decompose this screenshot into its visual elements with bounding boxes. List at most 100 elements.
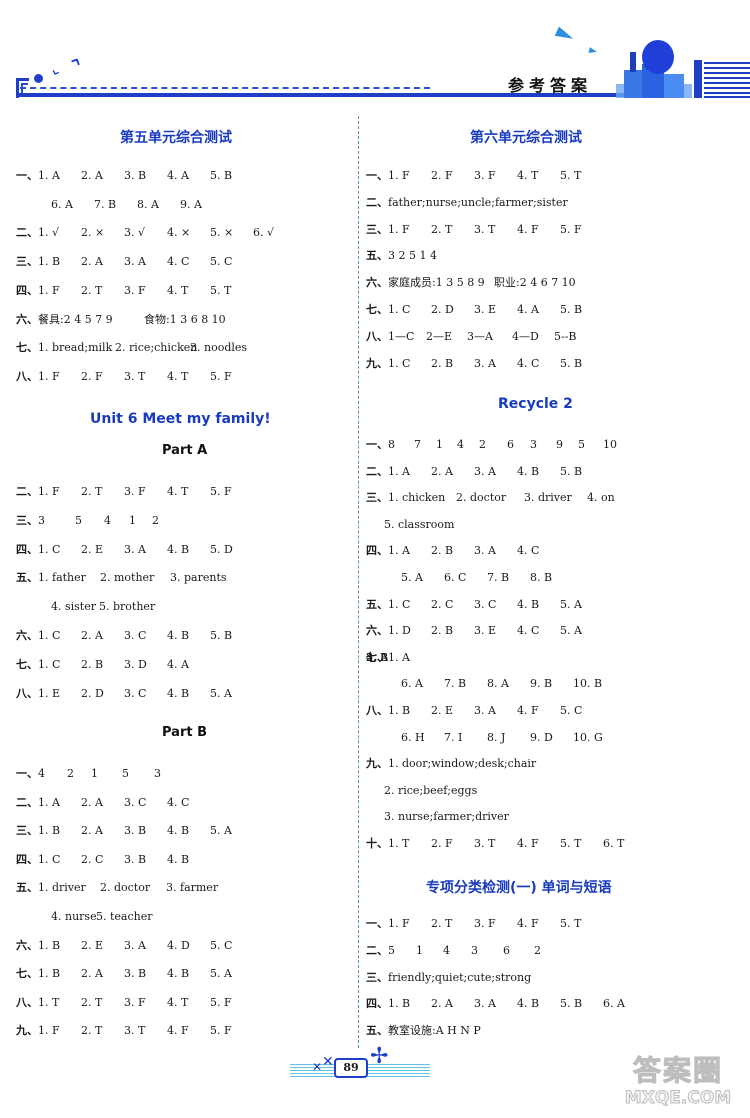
paper-plane-icon	[554, 26, 576, 44]
answer-item: 2. rice;beef;eggs	[384, 783, 478, 797]
answer-item: 1. A	[38, 169, 60, 182]
question-number: 三、	[366, 222, 388, 236]
page-number: 89	[334, 1058, 368, 1078]
answer-item: 3. farmer	[166, 881, 219, 895]
answer-item: 5. F	[560, 222, 582, 236]
header-stripes-decoration	[694, 60, 750, 98]
answer-item: 1	[129, 513, 136, 527]
answer-item: 3. √	[124, 226, 146, 240]
answer-item: 4. F	[517, 837, 539, 850]
question-number: 六、	[16, 938, 38, 952]
telescope-scene-illustration	[616, 40, 692, 98]
answer-item: 2. doctor	[100, 881, 151, 895]
answer-item: 2. C	[431, 597, 454, 611]
question-number: 一、	[366, 917, 388, 930]
answer-item: 1. B	[388, 704, 411, 717]
question-number: 三、	[366, 491, 388, 505]
answer-item: 1	[91, 767, 98, 780]
answer-item: 4. sister	[51, 600, 96, 614]
answer-item: 4. B	[517, 997, 540, 1011]
answer-item: 4. ×	[167, 226, 191, 240]
answer-item: 10. G	[573, 730, 603, 744]
answer-item: 2. B	[81, 657, 104, 671]
answer-item: 4	[457, 438, 464, 451]
answer-item: 2	[534, 943, 541, 957]
question-number: 三、	[16, 824, 38, 838]
answer-item: 4. C	[517, 624, 540, 638]
question-number: 二、	[366, 943, 388, 957]
answer-item: 4. A	[517, 303, 539, 316]
question-number: 五、	[16, 571, 38, 585]
answer-item: 4. T	[167, 995, 189, 1009]
answer-item: 4. C	[517, 544, 540, 558]
answer-item: 3	[154, 767, 161, 780]
answer-item: 2. E	[81, 542, 104, 556]
question-number: 八、	[16, 995, 38, 1009]
answer-item: 1—C	[388, 329, 415, 343]
answer-item: 3. noodles	[190, 341, 248, 355]
answer-item: 2. T	[81, 1024, 103, 1038]
question-number: 六、	[16, 312, 38, 326]
answer-item: 2. C	[81, 852, 104, 866]
answer-item: 6. T	[603, 837, 625, 850]
answer-item: 4. C	[517, 356, 540, 370]
pinwheel-icon: ✕	[322, 1054, 334, 1070]
answer-item: 2. A	[431, 997, 453, 1011]
pinwheel-icon: ✢	[370, 1044, 389, 1069]
answer-item: 4. nurse	[51, 910, 97, 923]
answer-item: 2. T	[431, 222, 453, 236]
question-number: 一、	[366, 169, 388, 182]
answer-item: 4	[38, 767, 45, 780]
answer-item: 3	[530, 438, 537, 451]
answer-item: 3. F	[124, 485, 146, 498]
answer-item: 3—A	[467, 329, 493, 343]
answer-item: 1. F	[388, 222, 410, 236]
answer-item: 1. B	[388, 997, 411, 1011]
answer-item: 1. F	[388, 917, 410, 930]
answer-item: 3. C	[474, 597, 497, 611]
answer-item: 5. F	[210, 485, 232, 498]
answer-item: 4. B	[167, 967, 190, 981]
answer-item: 2. doctor	[456, 491, 507, 505]
answer-item: 5. B	[560, 356, 583, 370]
answer-item: 1. F	[388, 169, 410, 182]
answer-item: 4. F	[167, 1024, 189, 1038]
answer-item: 2	[152, 513, 159, 527]
question-number: 一、	[366, 438, 388, 451]
answer-item: 1. B	[38, 255, 61, 269]
question-number: 二、	[366, 195, 388, 209]
watermark-logo-text: 答案圈	[632, 1054, 723, 1087]
question-number: 二、	[16, 795, 38, 809]
answer-item: 1. E	[38, 686, 61, 700]
answer-item: 2. ×	[81, 226, 105, 240]
header-dashed-rule	[20, 87, 430, 89]
answer-item: 5. C	[560, 704, 583, 717]
subsection-title-part-a: Part A	[162, 443, 208, 458]
answer-item: 2. F	[431, 169, 453, 182]
answer-item: 5. T	[210, 283, 232, 297]
answer-item: 3. D	[124, 657, 147, 671]
answer-item: 5. F	[210, 369, 232, 383]
answer-item: 4. T	[167, 283, 189, 297]
answer-item: 4. T	[517, 169, 539, 182]
section-title-special-test: 专项分类检测(一) 单词与短语	[426, 880, 612, 896]
answer-item: 4. D	[167, 938, 190, 952]
answer-item: 6. H	[401, 730, 425, 744]
answer-item: 3. A	[474, 704, 496, 717]
answer-item: 4. T	[167, 485, 189, 498]
answer-item: 4—D	[512, 329, 539, 343]
answer-item: 7. B	[444, 677, 467, 691]
answer-item: 3. B	[124, 824, 147, 838]
answer-item: 5--B	[554, 329, 577, 343]
answer-item: 5. B	[210, 169, 233, 182]
answer-item: 7. B	[94, 197, 117, 211]
answer-item: 餐具:2 4 5 7 9	[38, 312, 113, 326]
answer-item: 1. C	[38, 629, 61, 642]
answer-item: 5. T	[560, 169, 582, 182]
question-number: 五、	[366, 1024, 388, 1038]
answer-item: 3. A	[124, 255, 146, 269]
answer-item: 3	[38, 513, 45, 527]
question-number: 六、	[366, 624, 388, 638]
question-number: 五、	[16, 881, 38, 895]
answer-item: 5. brother	[99, 600, 156, 614]
